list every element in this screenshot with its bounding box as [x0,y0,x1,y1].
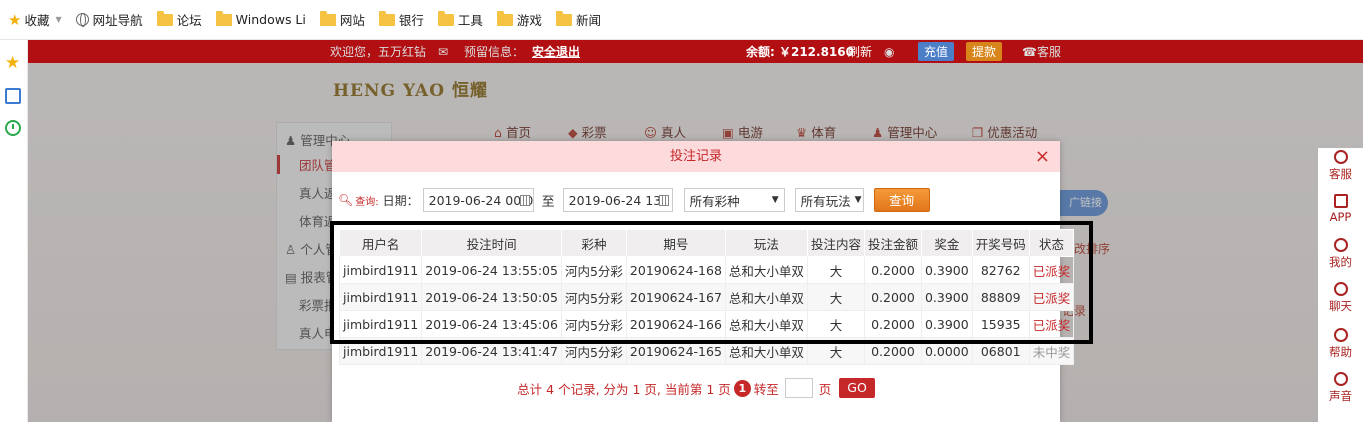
pagination-summary: 总计 4 个记录, 分为 1 页, 当前第 1 页 [517,381,731,397]
mail-icon[interactable]: ✉ [438,45,448,59]
folder-icon [437,10,454,26]
chat-icon [1333,282,1348,296]
headset-icon [1333,150,1348,164]
col-play: 玩法 [724,229,808,257]
start-date-input[interactable]: 2019-06-24 00:00 [422,188,534,212]
bookmark-nav[interactable]: 网址导航 [75,10,143,29]
table-row[interactable]: jimbird1911 2019-06-24 13:41:47 河内5分彩 20190… [338,337,1075,365]
folder-icon [378,10,395,26]
table-row[interactable]: jimbird1911 2019-06-24 13:45:06 河内5分彩 20190… [338,310,1075,338]
folder-icon [555,10,572,26]
pagination: 总计 4 个记录, 分为 1 页, 当前第 1 页 1 转至 页 GO [332,378,1060,398]
phone-icon [1333,194,1348,208]
col-prize: 奖金 [920,229,973,257]
status-badge: 已派奖 [1028,310,1075,338]
go-button[interactable]: GO [839,378,875,398]
lottery-type-select[interactable]: 所有彩种 ▼ [683,188,785,212]
tool-sound[interactable]: 声音 [1318,372,1363,404]
col-bet-time: 投注时间 [421,229,562,257]
dropdown-arrow-icon: ▼ [854,195,862,205]
table-row[interactable]: jimbird1911 2019-06-24 13:55:05 河内5分彩 20190… [338,256,1075,284]
status-badge: 已派奖 [1028,283,1075,311]
folder-icon [496,10,513,26]
site-topbar: 欢迎您，五万红钻 ✉ 预留信息： 安全退出 余额: ￥212.8160 刷新 ◉… [28,40,1363,63]
folder-icon [156,10,173,26]
current-page-badge[interactable]: 1 [733,379,751,397]
close-icon[interactable]: × [1035,141,1050,172]
user-icon [1333,238,1348,252]
bookmark-folder[interactable]: 论坛 [156,10,202,29]
status-badge: 已派奖 [1028,256,1075,284]
tool-app[interactable]: APP [1318,194,1363,224]
to-label: 至 [541,194,555,210]
col-status: 状态 [1028,229,1075,257]
right-toolbar: 客服 APP 我的 聊天 帮助 声音 [1318,148,1363,422]
page-number-input[interactable] [784,378,813,398]
search-button[interactable]: 查询 [873,188,930,212]
folder-icon [215,10,232,26]
dropdown-arrow-icon: ▼ [771,195,779,205]
help-icon [1333,328,1348,342]
tool-mine[interactable]: 我的 [1318,238,1363,270]
modal-title: 投注记录 [669,149,722,164]
col-content: 投注内容 [806,229,865,257]
tool-service[interactable]: 客服 [1318,150,1363,182]
caret-down-icon: ▼ [55,15,62,24]
withdraw-button[interactable]: 提款 [966,42,1003,61]
bookmark-folder[interactable]: 新闻 [555,10,601,29]
bookmarks-bar: ★ 收藏 ▼ 网址导航 论坛 Windows Li 网站 银行 工具 游戏 新闻 [0,0,1363,40]
tool-help[interactable]: 帮助 [1318,328,1363,360]
bookmark-folder[interactable]: 网站 [319,10,365,29]
query-label: 查询: [355,196,379,208]
status-badge: 未中奖 [1028,337,1075,365]
globe-icon [75,13,89,27]
eye-icon[interactable]: ◉ [884,45,894,59]
balance-text: 余额: ￥212.8160 [746,45,854,59]
headset-icon: ☎ [1022,45,1037,59]
welcome-text: 欢迎您，五万红钻 [330,45,427,59]
search-icon: 🔍︎ [338,193,354,207]
calendar-icon[interactable] [658,195,669,206]
goto-label: 转至 [753,381,779,397]
bookmark-folder[interactable]: 游戏 [496,10,542,29]
col-username: 用户名 [338,229,423,257]
page-unit-label: 页 [818,381,832,397]
bookmark-folder[interactable]: 工具 [437,10,483,29]
col-draw-number: 开奖号码 [971,229,1030,257]
col-lottery: 彩种 [560,229,627,257]
table-header-row: 用户名 投注时间 彩种 期号 玩法 投注内容 投注金额 奖金 开奖号码 状态 [338,229,1075,257]
tool-chat[interactable]: 聊天 [1318,282,1363,314]
folder-icon [319,10,336,26]
browser-sidebar: ★ [0,40,28,422]
bet-record-modal: 投注记录 × 🔍︎ 查询: 日期： 2019-06-24 00:00 至 201… [332,141,1075,422]
query-bar: 🔍︎ 查询: 日期： 2019-06-24 00:00 至 2019-06-24… [338,188,930,212]
bookmark-folder[interactable]: Windows Li [215,10,306,27]
notice-label: 预留信息： [464,45,525,59]
bookmark-folder[interactable]: 银行 [378,10,424,29]
service-link[interactable]: ☎客服 [1022,43,1061,60]
bet-record-table: 用户名 投注时间 彩种 期号 玩法 投注内容 投注金额 奖金 开奖号码 状态 j… [338,229,1075,365]
bookmark-favorites[interactable]: ★ 收藏 ▼ [8,10,62,29]
history-clock-icon[interactable] [5,120,21,136]
col-period: 期号 [625,229,726,257]
date-label: 日期： [382,193,419,208]
panel-icon[interactable] [5,88,21,104]
favorites-star-icon[interactable]: ★ [5,55,21,72]
calendar-icon[interactable] [519,195,530,206]
refresh-link[interactable]: 刷新 [848,43,872,60]
recharge-button[interactable]: 充值 [918,42,955,61]
play-type-select[interactable]: 所有玩法 ▼ [794,188,864,212]
table-row[interactable]: jimbird1911 2019-06-24 13:50:05 河内5分彩 20190… [338,283,1075,311]
modal-header: 投注记录 × [332,141,1060,172]
col-amount: 投注金额 [863,229,922,257]
logout-link[interactable]: 安全退出 [532,43,580,60]
end-date-input[interactable]: 2019-06-24 13: [562,188,673,212]
speaker-icon [1333,372,1348,386]
star-icon: ★ [8,10,22,29]
